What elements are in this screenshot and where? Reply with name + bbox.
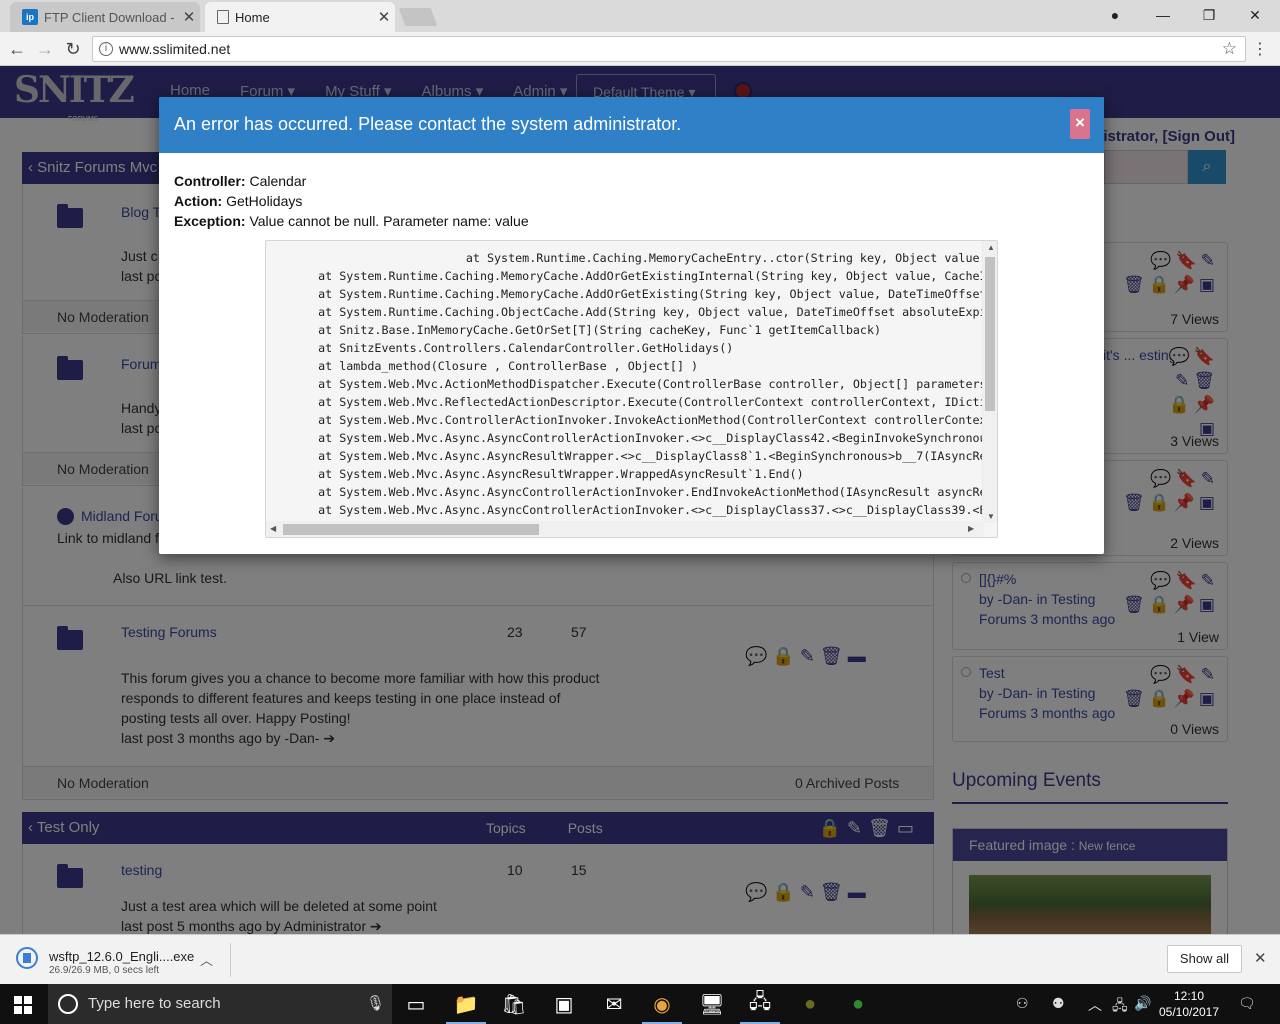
close-window-button[interactable]: ✕ <box>1232 0 1278 30</box>
minimize-button[interactable]: — <box>1140 0 1186 30</box>
bookmark-star-icon[interactable]: ☆ <box>1222 37 1237 61</box>
volume-icon[interactable]: 🔊 <box>1134 995 1151 1012</box>
exception-label: Exception: <box>174 213 246 229</box>
task-view-icon[interactable]: ▭ <box>392 984 440 1024</box>
download-shelf: wsftp_12.6.0_Engli....exe 26.9/26.9 MB, … <box>0 934 1280 984</box>
clock-time: 12:10 <box>1173 989 1205 1003</box>
tray-chevron-icon[interactable]: ︿ <box>1088 995 1102 1015</box>
scroll-right-arrow-icon[interactable]: ▶ <box>968 524 974 533</box>
page-favicon-icon <box>217 10 229 24</box>
store-icon[interactable]: 🛍 <box>490 984 538 1024</box>
horizontal-scroll-thumb[interactable] <box>283 524 539 535</box>
file-explorer-icon[interactable]: 📁 <box>442 984 490 1024</box>
taskbar-search[interactable]: Type here to search 🎙 <box>48 984 392 1024</box>
network-icon[interactable]: 🖧 <box>1112 995 1128 1019</box>
tab-ftp-client[interactable]: ip FTP Client Download - W ✕ <box>10 2 200 32</box>
modal-header: An error has occurred. Please contact th… <box>159 97 1104 153</box>
url-text: www.sslimited.net <box>119 41 231 57</box>
close-modal-button[interactable]: × <box>1070 109 1090 139</box>
modal-body: Controller: Calendar Action: GetHolidays… <box>159 153 1104 231</box>
profile-icon[interactable]: ● <box>1092 0 1138 30</box>
scroll-up-arrow-icon[interactable]: ▲ <box>987 243 995 252</box>
windows-start-icon[interactable] <box>14 996 32 1014</box>
tab-title: FTP Client Download - W <box>44 9 178 25</box>
terminal-icon[interactable]: ▣ <box>540 984 588 1024</box>
scroll-left-arrow-icon[interactable]: ◀ <box>270 524 276 533</box>
horizontal-scrollbar[interactable]: ◀ ▶ <box>266 521 984 537</box>
clock-date: 05/10/2017 <box>1158 1005 1220 1019</box>
error-modal: An error has occurred. Please contact th… <box>159 97 1104 554</box>
browser-tab-strip: ip FTP Client Download - W ✕ Home ✕ ● — … <box>0 0 1280 32</box>
show-all-button[interactable]: Show all <box>1167 945 1242 973</box>
download-file-icon[interactable] <box>16 947 38 969</box>
network-app-icon[interactable]: 🖧 <box>736 984 784 1024</box>
cortana-icon <box>58 994 78 1014</box>
action-line: Action: GetHolidays <box>174 191 1089 211</box>
vertical-scrollbar[interactable]: ▲ ▼ <box>982 241 997 523</box>
close-tab-icon[interactable]: ✕ <box>178 8 200 26</box>
stack-trace-text: at System.Runtime.Caching.MemoryCacheEnt… <box>318 251 982 517</box>
divider <box>230 943 231 977</box>
action-label: Action: <box>174 193 223 209</box>
restore-button[interactable]: ❐ <box>1186 0 1232 30</box>
reload-icon[interactable]: ↻ <box>62 38 84 60</box>
controller-line: Controller: Calendar <box>174 171 1089 191</box>
exception-line: Exception: Value cannot be null. Paramet… <box>174 211 1089 231</box>
modal-title: An error has occurred. Please contact th… <box>174 114 682 134</box>
chrome-icon[interactable]: ◉ <box>638 984 686 1024</box>
ipswitch-favicon-icon: ip <box>22 9 38 25</box>
mail-icon[interactable]: ✉ <box>590 984 638 1024</box>
address-toolbar: ← → ↻ i www.sslimited.net ☆ ⋮ <box>0 32 1280 66</box>
tab-home[interactable]: Home ✕ <box>205 2 395 32</box>
close-shelf-icon[interactable]: ✕ <box>1254 949 1267 967</box>
action-value: GetHolidays <box>226 193 303 209</box>
url-bar[interactable]: i www.sslimited.net ☆ <box>92 36 1246 62</box>
tab-title: Home <box>235 9 270 25</box>
notifications-icon[interactable]: 🗨 <box>1238 995 1256 1012</box>
close-tab-icon[interactable]: ✕ <box>373 8 395 26</box>
remote-desktop-icon[interactable]: 🖥 <box>688 984 736 1024</box>
windows-taskbar: Type here to search 🎙 ▭ 📁 🛍 ▣ ✉ ◉ 🖥 🖧 ● … <box>0 984 1280 1024</box>
vertical-scroll-thumb[interactable] <box>985 257 995 411</box>
new-tab-button[interactable] <box>398 8 438 26</box>
download-size: 26.9/26.9 MB, 0 secs left <box>49 965 160 976</box>
controller-value: Calendar <box>249 173 307 189</box>
system-clock[interactable]: 12:10 05/10/2017 <box>1158 988 1220 1020</box>
microphone-icon[interactable]: 🎙 <box>366 994 385 1012</box>
menu-kebab-icon[interactable]: ⋮ <box>1252 39 1268 59</box>
people-icon[interactable]: ⚇ <box>1016 995 1029 1012</box>
download-filename[interactable]: wsftp_12.6.0_Engli....exe <box>49 949 194 964</box>
search-placeholder: Type here to search <box>88 995 221 1012</box>
chevron-up-icon[interactable]: ︿ <box>200 950 213 969</box>
app-icon-green[interactable]: ● <box>834 984 882 1024</box>
scroll-down-arrow-icon[interactable]: ▼ <box>987 512 995 521</box>
contacts-icon[interactable]: ⚉ <box>1052 995 1065 1012</box>
forward-arrow-icon[interactable]: → <box>34 38 56 60</box>
exception-value: Value cannot be null. Parameter name: va… <box>249 213 529 229</box>
info-icon[interactable]: i <box>99 42 113 56</box>
stack-trace-box[interactable]: at System.Runtime.Caching.MemoryCacheEnt… <box>265 240 998 538</box>
app-icon[interactable]: ● <box>786 984 834 1024</box>
back-arrow-icon[interactable]: ← <box>6 38 28 60</box>
controller-label: Controller: <box>174 173 246 189</box>
